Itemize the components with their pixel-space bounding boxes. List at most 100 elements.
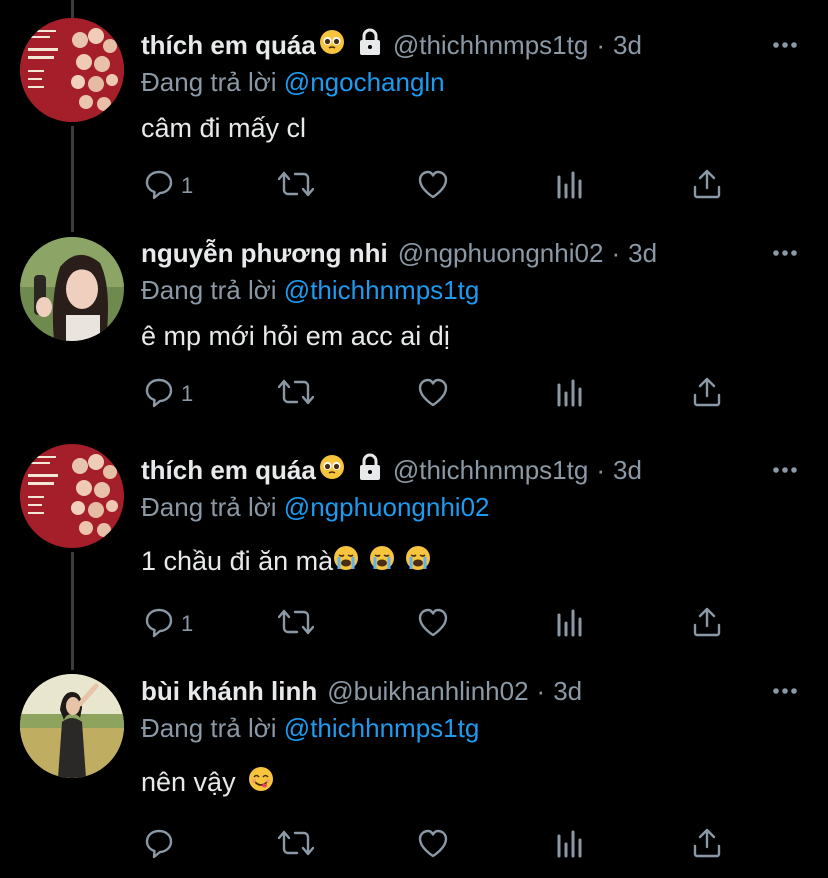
analytics-button[interactable] [555, 825, 585, 865]
separator-dot: · [536, 675, 546, 706]
user-handle[interactable]: @buikhanhlinh02 [327, 676, 528, 707]
timestamp[interactable]: 3d [613, 455, 642, 486]
tweet-text-content: 1 chầu đi ăn mà [141, 546, 334, 576]
tweet[interactable]: nguyễn phương nhi @ngphuongnhi02 · 3d Đa… [0, 235, 828, 425]
share-icon [692, 376, 722, 413]
tweet-text: câm đi mấy cl [141, 113, 306, 144]
tweet-text: ê mp mới hỏi em acc ai dị [141, 321, 450, 352]
retweet-icon [277, 607, 315, 642]
share-icon [692, 827, 722, 864]
heart-icon [417, 169, 449, 204]
more-options-icon[interactable] [770, 456, 800, 484]
replying-to: Đang trả lời @thichhnmps1tg [141, 275, 479, 306]
user-handle[interactable]: @ngphuongnhi02 [398, 238, 604, 269]
reply-icon [143, 827, 175, 864]
reply-button[interactable] [143, 825, 181, 865]
action-bar: 1 [0, 166, 828, 206]
loudly-crying-face-emoji [369, 545, 395, 578]
heart-icon [417, 828, 449, 863]
avatar[interactable] [20, 444, 124, 548]
share-button[interactable] [692, 374, 722, 414]
replying-to-label: Đang trả lời [141, 713, 277, 743]
reply-icon [143, 376, 175, 413]
tweet-header: bùi khánh linh @buikhanhlinh02 · 3d [141, 673, 768, 709]
mention-link[interactable]: @thichhnmps1tg [284, 275, 480, 305]
analytics-icon [555, 607, 585, 642]
retweet-icon [277, 377, 315, 412]
like-button[interactable] [417, 604, 449, 644]
action-bar [0, 825, 828, 865]
more-options-icon[interactable] [770, 31, 800, 59]
tweet[interactable]: bùi khánh linh @buikhanhlinh02 · 3d Đang… [0, 673, 828, 873]
analytics-button[interactable] [555, 166, 585, 206]
user-handle[interactable]: @thichhnmps1tg [393, 30, 589, 61]
retweet-button[interactable] [277, 374, 315, 414]
tweet-header: thích em quáa @thichhnmps1tg · 3d [141, 452, 768, 488]
reply-button[interactable]: 1 [143, 166, 193, 206]
share-button[interactable] [692, 825, 722, 865]
like-button[interactable] [417, 825, 449, 865]
share-button[interactable] [692, 166, 722, 206]
replying-to-label: Đang trả lời [141, 492, 277, 522]
reply-count: 1 [181, 173, 194, 198]
reply-count: 1 [181, 611, 194, 636]
lock-icon [357, 28, 383, 63]
retweet-icon [277, 169, 315, 204]
reply-button[interactable]: 1 [143, 604, 193, 644]
analytics-icon [555, 169, 585, 204]
reply-icon [143, 168, 175, 205]
mention-link[interactable]: @ngochangln [284, 67, 445, 97]
more-options-icon[interactable] [770, 239, 800, 267]
mention-link[interactable]: @ngphuongnhi02 [284, 492, 490, 522]
analytics-icon [555, 377, 585, 412]
tweet-text-content: câm đi mấy cl [141, 113, 307, 143]
share-button[interactable] [692, 604, 722, 644]
like-button[interactable] [417, 374, 449, 414]
avatar[interactable] [20, 237, 124, 341]
avatar[interactable] [20, 674, 124, 778]
timestamp[interactable]: 3d [553, 676, 582, 707]
thread-line-top [71, 0, 74, 18]
avatar[interactable] [20, 18, 124, 122]
heart-icon [417, 377, 449, 412]
user-handle[interactable]: @thichhnmps1tg [393, 455, 589, 486]
action-bar: 1 [0, 604, 828, 644]
mention-link[interactable]: @thichhnmps1tg [284, 713, 480, 743]
display-name[interactable]: thích em quáa [141, 30, 316, 61]
reply-button[interactable]: 1 [143, 374, 193, 414]
timestamp[interactable]: 3d [628, 238, 657, 269]
display-name[interactable]: thích em quáa [141, 455, 316, 486]
lock-icon [357, 453, 383, 488]
share-icon [692, 168, 722, 205]
action-bar: 1 [0, 374, 828, 414]
tweet-header: thích em quáa @thichhnmps1tg · 3d [141, 27, 768, 63]
tweet[interactable]: thích em quáa @thichhnmps1tg · 3d Đang t… [0, 18, 828, 217]
pleading-face-emoji [319, 454, 345, 487]
tweet-text: nên vậy [141, 766, 274, 799]
retweet-button[interactable] [277, 604, 315, 644]
replying-to-label: Đang trả lời [141, 275, 277, 305]
replying-to-label: Đang trả lời [141, 67, 277, 97]
separator-dot: · [596, 29, 605, 60]
reply-count: 1 [181, 381, 194, 406]
analytics-button[interactable] [555, 604, 585, 644]
retweet-button[interactable] [277, 825, 315, 865]
more-options-icon[interactable] [770, 677, 800, 705]
replying-to: Đang trả lời @ngphuongnhi02 [141, 492, 490, 523]
display-name[interactable]: nguyễn phương nhi [141, 238, 388, 269]
display-name[interactable]: bùi khánh linh [141, 676, 317, 707]
timestamp[interactable]: 3d [613, 30, 642, 61]
tweet-header: nguyễn phương nhi @ngphuongnhi02 · 3d [141, 235, 768, 271]
heart-icon [417, 607, 449, 642]
tweet[interactable]: thích em quáa @thichhnmps1tg · 3d Đang t… [0, 444, 828, 652]
tweet-text: 1 chầu đi ăn mà [141, 545, 431, 578]
loudly-crying-face-emoji [405, 545, 431, 578]
loudly-crying-face-emoji [333, 545, 359, 578]
replying-to: Đang trả lời @thichhnmps1tg [141, 713, 479, 744]
pleading-face-emoji [319, 29, 345, 62]
replying-to: Đang trả lời @ngochangln [141, 67, 445, 98]
retweet-button[interactable] [277, 166, 315, 206]
separator-dot: · [611, 237, 621, 268]
analytics-button[interactable] [555, 374, 585, 414]
like-button[interactable] [417, 166, 449, 206]
